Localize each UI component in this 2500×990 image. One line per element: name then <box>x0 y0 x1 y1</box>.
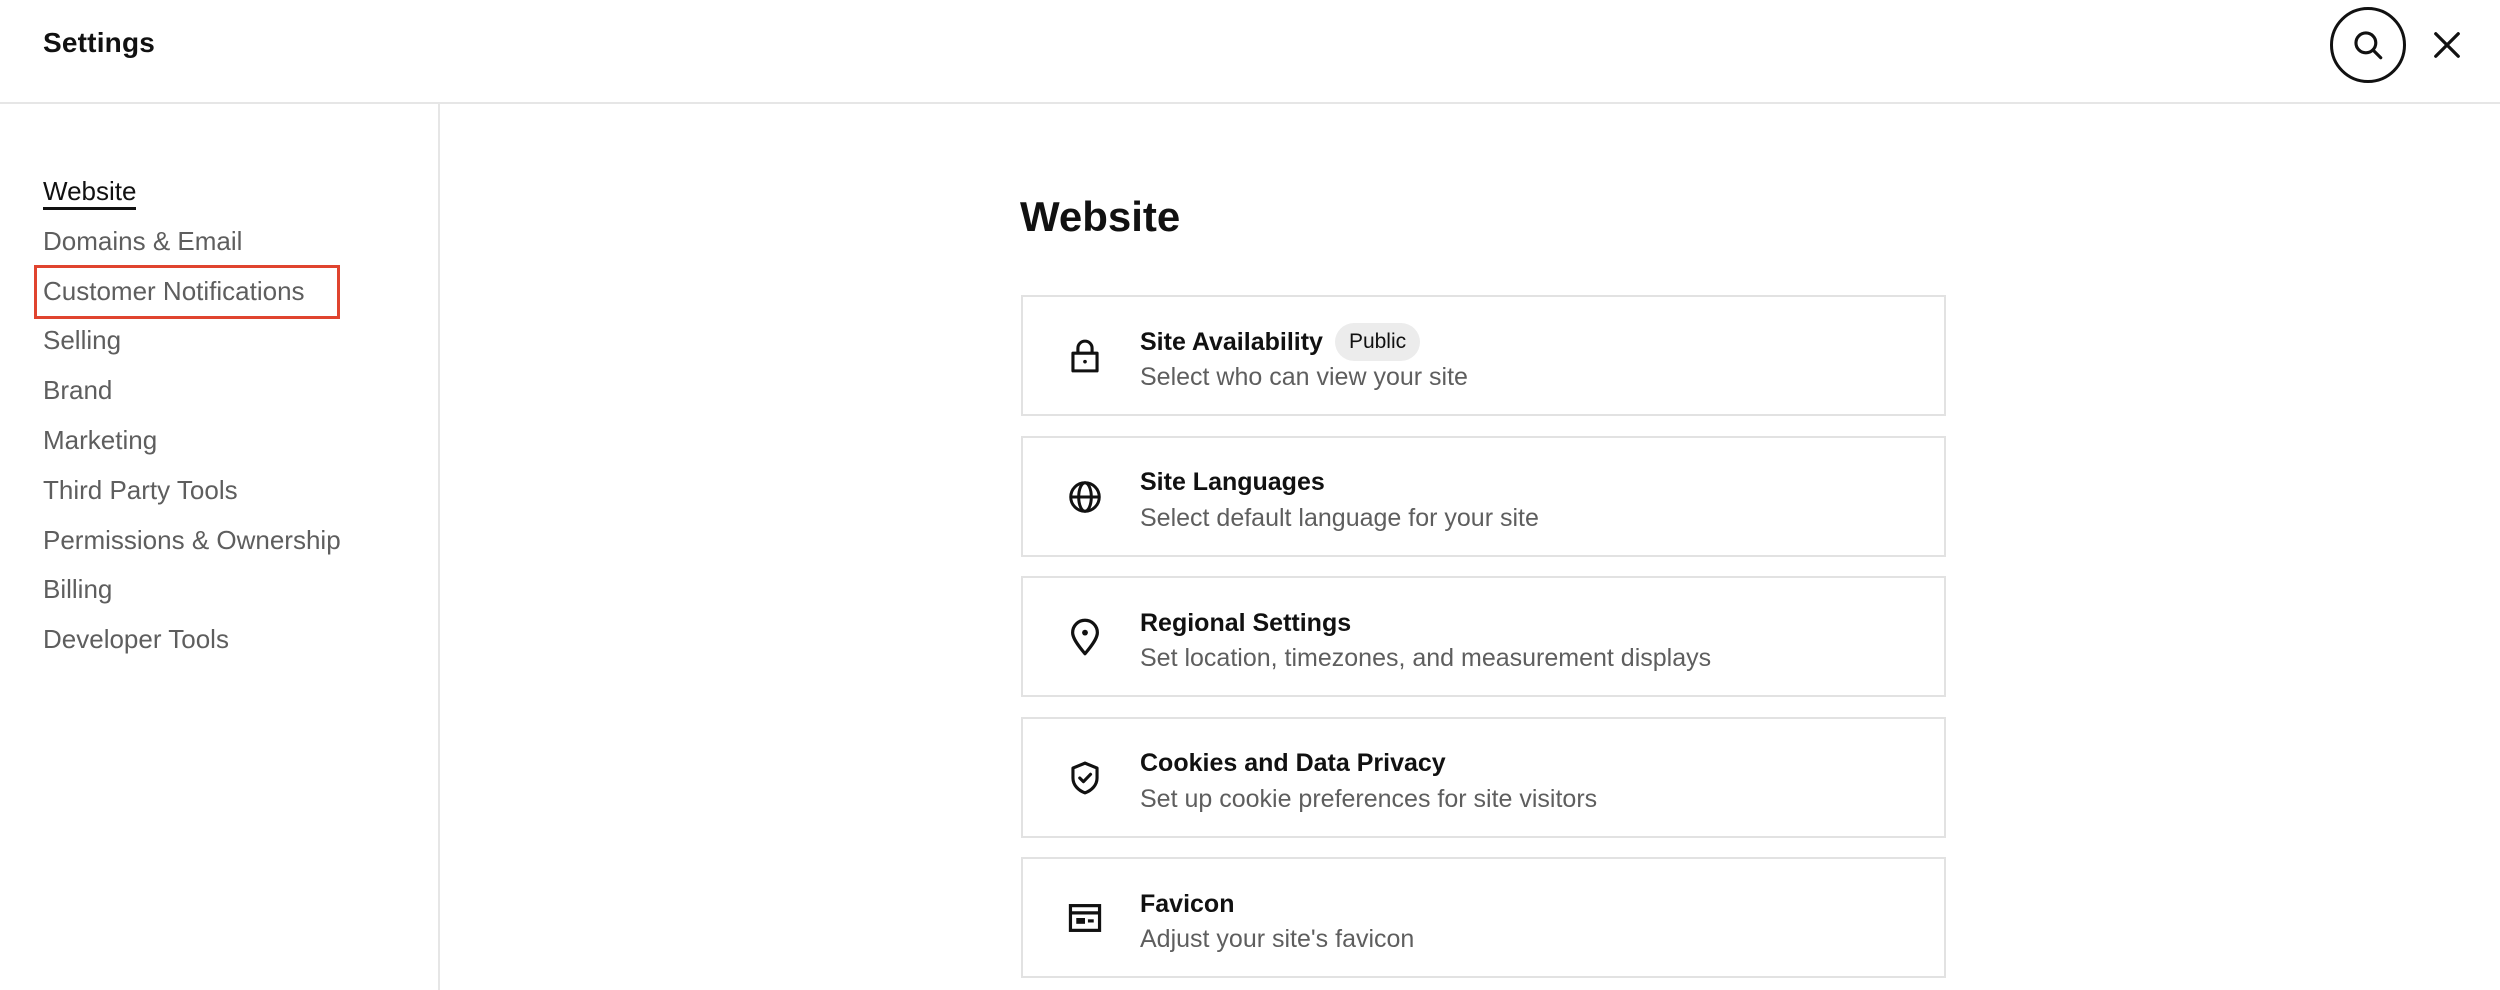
sidebar-item-label: Billing <box>43 574 113 605</box>
card-title: Cookies and Data Privacy <box>1140 749 1446 777</box>
sidebar-item-label: Customer Notifications <box>43 275 305 306</box>
close-button[interactable] <box>2424 22 2470 68</box>
page-title: Settings <box>43 27 156 58</box>
sidebar-item-label: Domains & Email <box>43 225 243 256</box>
sidebar-item-label: Brand <box>43 375 113 406</box>
card-title: Favicon <box>1140 889 1235 918</box>
card-title: Regional Settings <box>1140 608 1352 637</box>
sidebar-nav: Website Domains & Email Customer Notific… <box>43 172 341 670</box>
top-bar: Settings <box>0 0 2500 104</box>
sidebar-item-label: Permissions & Ownership <box>43 524 341 555</box>
section-heading: Website <box>1020 193 1181 240</box>
close-icon <box>2434 32 2460 58</box>
globe-icon <box>1067 478 1103 516</box>
lock-icon <box>1067 337 1103 375</box>
card-regional-settings[interactable]: Regional Settings Set location, timezone… <box>1021 576 1946 697</box>
sidebar-item-marketing[interactable]: Marketing <box>43 421 341 471</box>
card-description: Select default language for your site <box>1140 503 1539 532</box>
card-cookies-data-privacy[interactable]: Cookies and Data Privacy Set up cookie p… <box>1021 716 1946 838</box>
card-favicon[interactable]: Favicon Adjust your site's favicon <box>1021 857 1946 978</box>
card-description: Set up cookie preferences for site visit… <box>1140 784 1598 813</box>
sidebar-item-developer-tools[interactable]: Developer Tools <box>43 620 341 670</box>
sidebar-item-label: Website <box>43 178 137 210</box>
status-badge: Public <box>1334 323 1421 361</box>
sidebar-item-billing[interactable]: Billing <box>43 570 341 620</box>
card-title: Site Availability <box>1140 327 1323 356</box>
sidebar-item-label: Selling <box>43 325 122 356</box>
sidebar-item-third-party-tools[interactable]: Third Party Tools <box>43 471 341 521</box>
search-button[interactable] <box>2330 7 2406 83</box>
card-description: Select who can view your site <box>1140 363 1468 391</box>
sidebar-item-selling[interactable]: Selling <box>43 321 341 371</box>
card-site-languages[interactable]: Site Languages Select default language f… <box>1021 435 1946 557</box>
shield-check-icon <box>1067 759 1103 797</box>
sidebar-item-label: Developer Tools <box>43 624 229 655</box>
favicon-icon <box>1067 899 1103 937</box>
sidebar-item-website[interactable]: Website <box>43 172 341 222</box>
search-icon <box>2354 31 2383 60</box>
sidebar-item-customer-notifications[interactable]: Customer Notifications <box>43 272 341 322</box>
sidebar-item-brand[interactable]: Brand <box>43 371 341 421</box>
card-site-availability[interactable]: Site Availability Public Select who can … <box>1021 295 1946 416</box>
sidebar-item-domains-email[interactable]: Domains & Email <box>43 222 341 272</box>
card-description: Set location, timezones, and measurement… <box>1140 644 1712 672</box>
location-pin-icon <box>1067 618 1103 656</box>
sidebar-item-label: Third Party Tools <box>43 474 238 505</box>
sidebar-item-permissions-ownership[interactable]: Permissions & Ownership <box>43 521 341 571</box>
sidebar-item-label: Marketing <box>43 424 158 455</box>
settings-card-list: Site Availability Public Select who can … <box>1021 295 1946 990</box>
card-title: Site Languages <box>1140 468 1325 496</box>
settings-sidebar: Website Domains & Email Customer Notific… <box>0 104 440 990</box>
card-description: Adjust your site's favicon <box>1140 925 1415 953</box>
